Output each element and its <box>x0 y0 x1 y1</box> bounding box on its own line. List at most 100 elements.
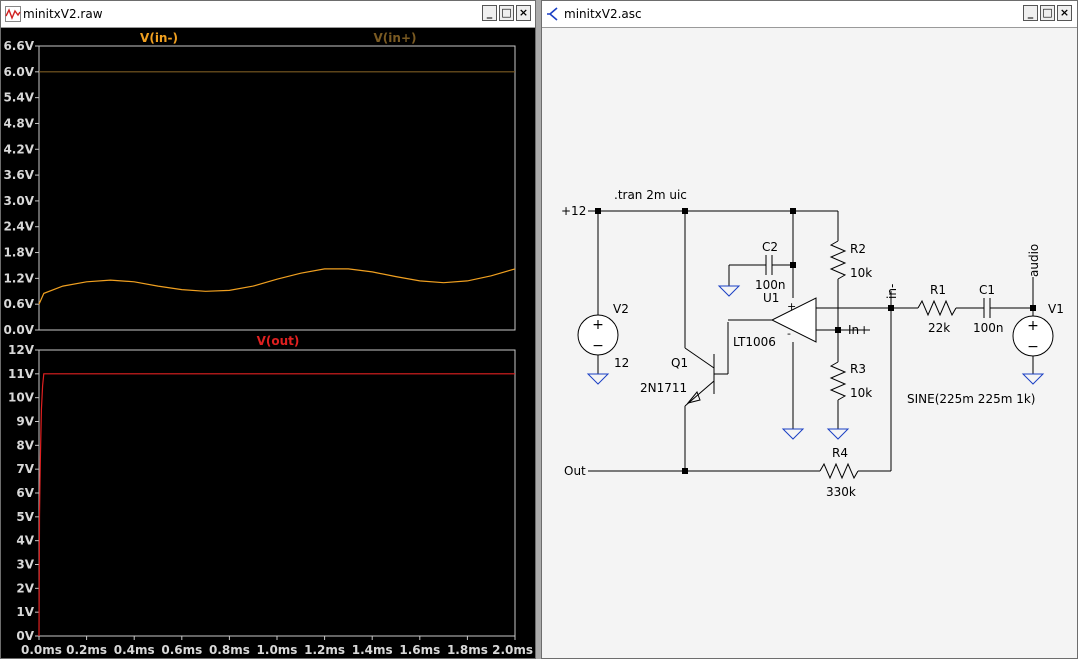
r4-ref: R4 <box>832 446 848 460</box>
legend-vout[interactable]: V(out) <box>257 334 300 348</box>
y-tick-label: 3.0V <box>3 194 34 208</box>
r2-value: 10k <box>850 266 872 280</box>
close-button[interactable]: × <box>516 5 531 21</box>
net-label-in-plus[interactable]: In+ <box>848 323 869 337</box>
schematic-app-icon <box>547 7 558 21</box>
y-tick-label: 5.4V <box>3 91 34 105</box>
pane1-y-axis: 6.6V 6.0V 5.4V 4.8V 4.2V 3.6V 3.0V 2.4V 1.8V 1.2V… <box>3 39 39 337</box>
r3-resistor[interactable]: R3 10k <box>826 330 872 440</box>
maximize-button[interactable]: □ <box>499 5 514 21</box>
r1-ref: R1 <box>930 283 946 297</box>
ground-icon <box>1021 373 1045 385</box>
net-label-plus12[interactable]: +12 <box>561 204 586 218</box>
ground-icon <box>781 428 805 440</box>
waveform-titlebar[interactable]: minitxV2.raw _ □ × <box>1 1 535 28</box>
x-tick-label: 2.0ms <box>492 643 533 657</box>
y-tick-label: 4.2V <box>3 142 34 156</box>
y-tick-label: 3V <box>16 558 34 572</box>
v1-minus-sign: − <box>1027 339 1039 355</box>
x-tick-label: 0.4ms <box>114 643 155 657</box>
c2-value: 100n <box>755 278 786 292</box>
ground-icon <box>586 373 610 385</box>
v1-voltage-source[interactable]: + − V1 SINE(225m 225m 1k) <box>907 302 1064 406</box>
schematic-titlebar[interactable]: minitxV2.asc _ □ × <box>542 1 1077 28</box>
y-tick-label: 12V <box>8 343 35 357</box>
u1-ref: U1 <box>763 291 779 305</box>
r1-resistor[interactable]: R1 22k <box>891 283 984 335</box>
y-tick-label: 6.6V <box>3 39 34 53</box>
x-tick-label: 1.6ms <box>399 643 440 657</box>
u1-value: LT1006 <box>733 335 776 349</box>
minimize-button[interactable]: _ <box>482 5 497 21</box>
waveform-plot-area[interactable]: V(in-) V(in+) 6.6V 6.0V 5.4V 4.8V 4.2V 3.6V 3.… <box>1 28 535 659</box>
y-tick-label: 6.0V <box>3 65 34 79</box>
legend-vin-minus[interactable]: V(in-) <box>140 31 178 45</box>
x-tick-label: 0.2ms <box>66 643 107 657</box>
ground-icon <box>826 428 850 440</box>
y-tick-label: 2.4V <box>3 220 34 234</box>
r3-ref: R3 <box>850 362 866 376</box>
q1-value: 2N1711 <box>640 381 687 395</box>
r4-value: 330k <box>826 485 856 499</box>
v2-voltage-source[interactable]: + − V2 12 <box>577 211 629 385</box>
schematic-window-title: minitxV2.asc <box>564 7 642 21</box>
net-label-in-minus[interactable]: in- <box>885 284 899 299</box>
u1-plus-pin: + <box>787 300 796 313</box>
ground-icon <box>717 285 741 297</box>
y-tick-label: 5V <box>16 510 34 524</box>
v2-value: 12 <box>614 356 629 370</box>
x-tick-label: 0.8ms <box>209 643 250 657</box>
maximize-button[interactable]: □ <box>1040 5 1055 21</box>
waveform-window[interactable]: minitxV2.raw _ □ × V(in-) V(in+) 6.6V 6.0… <box>0 0 536 659</box>
x-tick-label: 1.2ms <box>304 643 345 657</box>
y-tick-label: 0V <box>16 629 34 643</box>
u1-minus-pin: - <box>787 327 791 340</box>
y-tick-label: 9V <box>16 415 34 429</box>
waveform-window-title: minitxV2.raw <box>23 7 103 21</box>
q1-transistor[interactable]: Q1 2N1711 <box>640 211 729 471</box>
y-tick-label: 1.2V <box>3 271 34 285</box>
y-tick-label: 11V <box>8 367 35 381</box>
net-label-out[interactable]: Out <box>564 464 586 478</box>
y-tick-label: 4V <box>16 534 34 548</box>
junction <box>682 468 688 474</box>
c1-value: 100n <box>973 321 1004 335</box>
v1-ref: V1 <box>1048 302 1064 316</box>
waveform-app-icon <box>5 6 21 22</box>
minimize-button[interactable]: _ <box>1023 5 1038 21</box>
r3-value: 10k <box>850 386 872 400</box>
v2-plus-sign: + <box>592 317 604 333</box>
pane2-plot-frame[interactable] <box>38 349 516 637</box>
r1-value: 22k <box>928 321 950 335</box>
y-tick-label: 10V <box>8 391 35 405</box>
c2-capacitor[interactable]: C2 100n <box>717 211 796 297</box>
net-label-audio[interactable]: audio <box>1027 244 1041 277</box>
x-tick-label: 1.0ms <box>257 643 298 657</box>
u1-opamp[interactable]: + - U1 LT1006 <box>728 265 891 440</box>
q1-ref: Q1 <box>671 356 688 370</box>
pane1-plot-frame[interactable] <box>38 45 516 331</box>
legend-vin-plus[interactable]: V(in+) <box>374 31 417 45</box>
c1-ref: C1 <box>979 283 995 297</box>
y-tick-label: 8V <box>16 438 34 452</box>
close-button[interactable]: × <box>1057 5 1072 21</box>
schematic-window[interactable]: minitxV2.asc _ □ × .tran 2m uic +12 + − … <box>541 0 1078 659</box>
y-tick-label: 6V <box>16 486 34 500</box>
y-tick-label: 4.8V <box>3 116 34 130</box>
r2-ref: R2 <box>850 242 866 256</box>
schematic-canvas[interactable]: .tran 2m uic +12 + − V2 12 Q1 2N1711 Out… <box>542 28 1077 659</box>
v2-ref: V2 <box>613 302 629 316</box>
v2-minus-sign: − <box>592 338 604 354</box>
x-tick-label: 1.4ms <box>352 643 393 657</box>
c2-ref: C2 <box>762 240 778 254</box>
y-tick-label: 7V <box>16 462 34 476</box>
x-axis: 0.0ms 0.2ms 0.4ms 0.6ms 0.8ms 1.0ms 1.2ms 1.4ms… <box>21 636 533 657</box>
x-tick-label: 0.0ms <box>21 643 62 657</box>
v1-plus-sign: + <box>1027 318 1039 334</box>
tran-directive[interactable]: .tran 2m uic <box>614 188 687 202</box>
y-tick-label: 1V <box>16 605 34 619</box>
x-tick-label: 0.6ms <box>161 643 202 657</box>
pane2-y-axis: 12V 11V 10V 9V 8V 7V 6V 5V 4V 3V 2V 1V 0V <box>8 343 39 643</box>
y-tick-label: 0.6V <box>3 297 34 311</box>
y-tick-label: 0.0V <box>3 323 34 337</box>
